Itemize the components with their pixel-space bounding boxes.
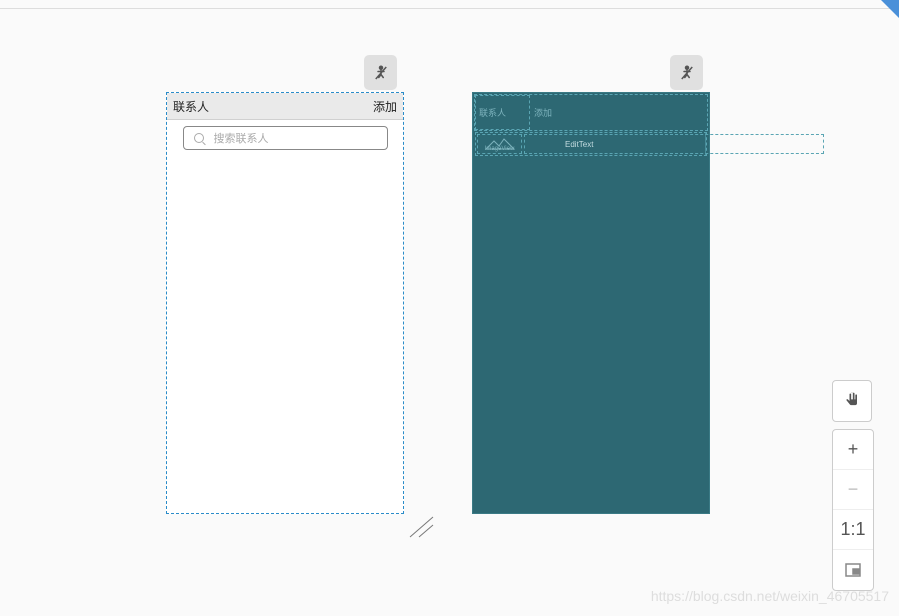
plus-icon: + <box>848 439 859 460</box>
accessibility-icon <box>678 64 696 82</box>
zoom-reset-button[interactable]: 1:1 <box>833 510 873 550</box>
zoom-out-button[interactable]: − <box>833 470 873 510</box>
toolbar-action-add[interactable]: 添加 <box>373 98 397 115</box>
blueprint-toolbar[interactable]: 联系人 添加 <box>474 94 708 131</box>
watermark: https://blog.csdn.net/weixin_46705517 <box>651 588 889 604</box>
accessibility-toggle-design[interactable] <box>364 55 397 90</box>
toolbar-title: 联系人 <box>173 98 209 115</box>
mountain-icon <box>484 137 516 151</box>
search-box[interactable]: 搜索联系人 <box>183 126 388 150</box>
design-preview[interactable]: 联系人 添加 搜索联系人 <box>166 92 404 514</box>
search-icon <box>194 133 204 143</box>
hand-icon <box>842 391 862 411</box>
zoom-in-button[interactable]: + <box>833 430 873 470</box>
blueprint-preview[interactable]: 联系人 添加 ImageView EditText <box>472 92 710 514</box>
blueprint-imageview[interactable]: ImageView <box>477 134 522 154</box>
fit-screen-icon <box>845 563 861 577</box>
divider <box>705 133 706 155</box>
blueprint-search-row[interactable]: ImageView EditText <box>475 132 707 156</box>
preview-toolbar[interactable]: 联系人 添加 <box>167 93 403 120</box>
blueprint-title-hint: 联系人 <box>479 106 506 119</box>
blueprint-action-hint: 添加 <box>534 106 552 119</box>
zoom-fit-button[interactable] <box>833 550 873 590</box>
resize-handle-icon[interactable] <box>405 515 435 540</box>
pan-button[interactable] <box>832 380 872 422</box>
accessibility-icon <box>372 64 390 82</box>
accessibility-toggle-blueprint[interactable] <box>670 55 703 90</box>
search-placeholder: 搜索联系人 <box>214 130 269 146</box>
design-canvas[interactable]: 联系人 添加 搜索联系人 联系人 添加 ImageView <box>0 0 899 616</box>
blueprint-edittext[interactable]: EditText <box>524 134 824 154</box>
minus-icon: − <box>848 479 859 500</box>
